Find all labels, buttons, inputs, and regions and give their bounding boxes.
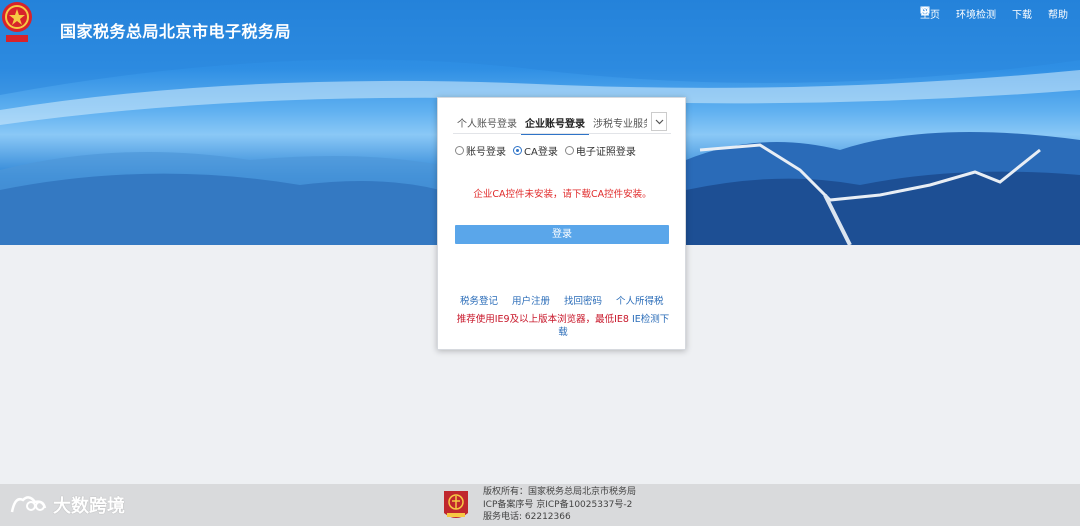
copyright-text: 版权所有：国家税务总局北京市税务局 <box>483 487 637 497</box>
brand-logo-icon <box>10 496 47 513</box>
brand-watermark: 大数跨境 <box>9 492 125 518</box>
login-links: 税务登记 用户注册 找回密码 个人所得税 <box>460 293 664 307</box>
tab-divider <box>453 133 671 134</box>
footer: 大数跨境 版权所有：国家税务总局北京市税务局 ICP备案序号 京ICP备1002… <box>0 484 1080 526</box>
nav-download[interactable]: 下载 <box>921 6 1032 21</box>
icp-text: ICP备案序号 京ICP备10025337号-2 <box>483 499 633 510</box>
browser-recommendation-text: 推荐使用IE9及以上版本浏览器，最低IE8 <box>456 314 629 325</box>
login-mode-group: 账号登录 CA登录 电子证照登录 <box>455 143 636 158</box>
radio-e-license-login[interactable] <box>564 146 574 155</box>
mode-ca-login[interactable]: CA登录 <box>513 143 558 158</box>
svg-text:?: ? <box>923 9 926 16</box>
service-phone: 服务电话: 62212366 <box>483 512 571 522</box>
link-personal-income-tax[interactable]: 个人所得税 <box>616 293 664 307</box>
top-navigation: 主页 环境检测 下载 ? 帮助 <box>920 6 1068 21</box>
login-tabs: 个人账号登录 企业账号登录 涉税专业服务 <box>453 111 671 135</box>
link-recover-password[interactable]: 找回密码 <box>564 293 602 307</box>
login-panel: 个人账号登录 企业账号登录 涉税专业服务 账号登录 CA登录 电子证照登录 企业… <box>437 97 686 350</box>
link-user-register[interactable]: 用户注册 <box>512 293 550 307</box>
nav-help-label: 帮助 <box>1048 10 1068 21</box>
tab-dropdown-button[interactable] <box>651 112 667 131</box>
nav-download-label: 下载 <box>1012 10 1032 21</box>
nav-help[interactable]: ? 帮助 <box>920 6 1068 21</box>
login-button[interactable]: 登录 <box>455 225 669 244</box>
tab-enterprise-account[interactable]: 企业账号登录 <box>521 111 589 135</box>
mode-account-login-label: 账号登录 <box>466 147 506 158</box>
brand-name: 大数跨境 <box>53 496 125 517</box>
link-tax-registration[interactable]: 税务登记 <box>460 293 498 307</box>
ca-warning-message: 企业CA控件未安装，请下载CA控件安装。 <box>473 189 652 200</box>
radio-account-login[interactable] <box>455 146 464 155</box>
mode-e-license-login[interactable]: 电子证照登录 <box>564 143 636 158</box>
mode-account-login[interactable]: 账号登录 <box>455 143 506 158</box>
radio-ca-login[interactable] <box>513 146 522 155</box>
help-icon: ? <box>920 6 930 16</box>
mode-e-license-login-label: 电子证照登录 <box>575 147 636 158</box>
tab-personal-account[interactable]: 个人账号登录 <box>453 111 521 133</box>
chevron-down-icon <box>655 119 663 124</box>
national-emblem-icon <box>2 2 32 42</box>
government-badge-icon[interactable] <box>442 489 470 523</box>
mode-ca-login-label: CA登录 <box>524 147 558 158</box>
site-title: 国家税务总局北京市电子税务局 <box>60 22 292 41</box>
tab-tax-professional[interactable]: 涉税专业服务 <box>589 111 647 133</box>
nav-environment-check[interactable]: 环境检测 <box>920 6 996 21</box>
browser-recommendation: 推荐使用IE9及以上版本浏览器，最低IE8 IE检测下载 <box>452 313 674 339</box>
nav-environment-check-label: 环境检测 <box>956 10 996 21</box>
footer-info: 版权所有：国家税务总局北京市税务局 ICP备案序号 京ICP备10025337号… <box>483 486 636 524</box>
